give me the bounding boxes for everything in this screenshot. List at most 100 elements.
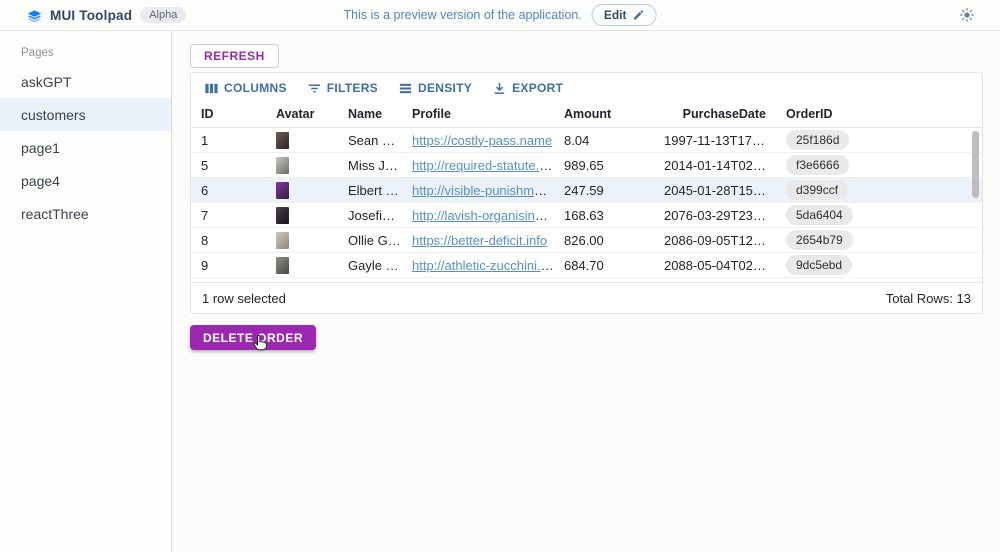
cell-profile: http://required-statute.org [402,158,554,173]
cell-name: Gayle Den... [338,258,402,273]
cell-purchasedate: 1997-11-13T17:24:11.769Z [654,133,776,148]
table-row[interactable]: 9 Gayle Den... http://athletic-zucchini.… [191,253,982,278]
edit-button-label: Edit [604,8,627,22]
column-header-amount[interactable]: Amount [554,107,654,121]
preview-banner: This is a preview version of the applica… [344,4,657,26]
order-id-chip: 2654b79 [786,230,853,250]
table-row[interactable]: 7 Josefina P... http://lavish-organising… [191,203,982,228]
column-header-orderid[interactable]: OrderID [776,107,982,121]
delete-order-button[interactable]: DELETE ORDER [190,325,316,350]
table-row[interactable]: 1 Sean Harris https://costly-pass.name 8… [191,128,982,153]
profile-link[interactable]: http://athletic-zucchini.org [412,258,554,273]
cell-orderid: 2654b79 [776,230,982,250]
cell-id: 7 [191,208,266,223]
column-header-id[interactable]: ID [191,107,266,121]
sidebar-item-reactThree[interactable]: reactThree [0,197,171,230]
export-button-label: EXPORT [512,81,563,95]
export-button[interactable]: EXPORT [485,77,570,100]
density-icon [398,81,413,96]
profile-link[interactable]: https://costly-pass.name [412,133,552,148]
toolpad-logo-icon [27,8,42,23]
order-id-chip: f3e6666 [786,155,849,175]
grid-header-row: ID Avatar Name Profile Amount PurchaseDa… [191,101,982,128]
table-row[interactable]: 6 Elbert McL... http://visible-punishmen… [191,178,982,203]
cell-name: Elbert McL... [338,183,402,198]
sun-icon [960,8,974,22]
cell-orderid: 5da6404 [776,205,982,225]
avatar [276,232,289,249]
table-row[interactable]: 5 Miss Juan ... http://required-statute.… [191,153,982,178]
order-id-chip: d399ccf [786,180,848,200]
alpha-badge: Alpha [140,7,186,23]
cell-name: Josefina P... [338,208,402,223]
column-header-avatar[interactable]: Avatar [266,107,338,121]
total-rows: Total Rows: 13 [886,291,971,306]
sidebar-item-page4[interactable]: page4 [0,164,171,197]
cell-orderid: d399ccf [776,180,982,200]
columns-button[interactable]: COLUMNS [197,77,294,100]
cell-name: Sean Harris [338,133,402,148]
order-id-chip: 5da6404 [786,205,853,225]
cell-profile: http://athletic-zucchini.org [402,258,554,273]
cell-name: Miss Juan ... [338,158,402,173]
cell-id: 1 [191,133,266,148]
sidebar-item-label: askGPT [21,74,72,90]
cell-id: 6 [191,183,266,198]
cell-amount: 247.59 [554,183,654,198]
sidebar-item-askGPT[interactable]: askGPT [0,65,171,98]
profile-link[interactable]: https://better-deficit.info [412,233,547,248]
grid-rows: 1 Sean Harris https://costly-pass.name 8… [191,128,982,278]
column-header-name[interactable]: Name [338,107,402,121]
profile-link[interactable]: http://visible-punishment.net [412,183,554,198]
avatar [276,157,289,174]
filters-button[interactable]: FILTERS [300,77,385,100]
app-header: MUI Toolpad Alpha This is a preview vers… [0,0,1000,31]
grid-footer: 1 row selected Total Rows: 13 [191,282,982,313]
header-actions [960,8,1000,22]
sidebar-section-label: Pages [0,31,171,65]
theme-toggle-button[interactable] [960,8,974,22]
preview-banner-text: This is a preview version of the applica… [344,8,582,22]
data-grid: COLUMNS FILTERS DENSITY [190,72,983,314]
profile-link[interactable]: http://required-statute.org [412,158,554,173]
cell-avatar [266,231,338,248]
cell-profile: http://visible-punishment.net [402,183,554,198]
vertical-scrollbar[interactable] [972,131,979,198]
edit-button[interactable]: Edit [592,4,657,26]
cell-amount: 684.70 [554,258,654,273]
cell-amount: 8.04 [554,133,654,148]
avatar [276,257,289,274]
column-header-profile[interactable]: Profile [402,107,554,121]
sidebar-item-page1[interactable]: page1 [0,131,171,164]
sidebar-item-customers[interactable]: customers [0,98,171,131]
selection-count: 1 row selected [202,291,286,306]
sidebar-item-label: reactThree [21,206,89,222]
cell-purchasedate: 2088-05-04T02:31:03.294Z [654,258,776,273]
cell-orderid: 9dc5ebd [776,255,982,275]
cell-avatar [266,206,338,223]
order-id-chip: 9dc5ebd [786,255,852,275]
pencil-icon [632,9,644,21]
column-header-purchasedate[interactable]: PurchaseDate [654,107,776,121]
cell-avatar [266,181,338,198]
profile-link[interactable]: http://lavish-organising.name [412,208,554,223]
cell-purchasedate: 2086-09-05T12:37:27.015Z [654,233,776,248]
sidebar-item-label: page1 [21,140,60,156]
density-button-label: DENSITY [418,81,472,95]
cell-amount: 168.63 [554,208,654,223]
columns-button-label: COLUMNS [224,81,287,95]
cell-purchasedate: 2014-01-14T02:37:28.536Z [654,158,776,173]
filters-icon [307,81,322,96]
cell-orderid: f3e6666 [776,155,982,175]
grid-toolbar: COLUMNS FILTERS DENSITY [191,73,982,101]
avatar [276,132,289,149]
refresh-button[interactable]: REFRESH [190,44,279,68]
main-content: REFRESH COLUMNS FILTERS [172,31,1000,552]
avatar [276,182,289,199]
columns-icon [204,81,219,96]
table-row[interactable]: 8 Ollie Green... https://better-deficit.… [191,228,982,253]
app-title: MUI Toolpad [50,8,132,23]
sidebar-nav: askGPT customers page1 page4 reactThree [0,65,171,230]
cell-avatar [266,156,338,173]
density-button[interactable]: DENSITY [391,77,479,100]
